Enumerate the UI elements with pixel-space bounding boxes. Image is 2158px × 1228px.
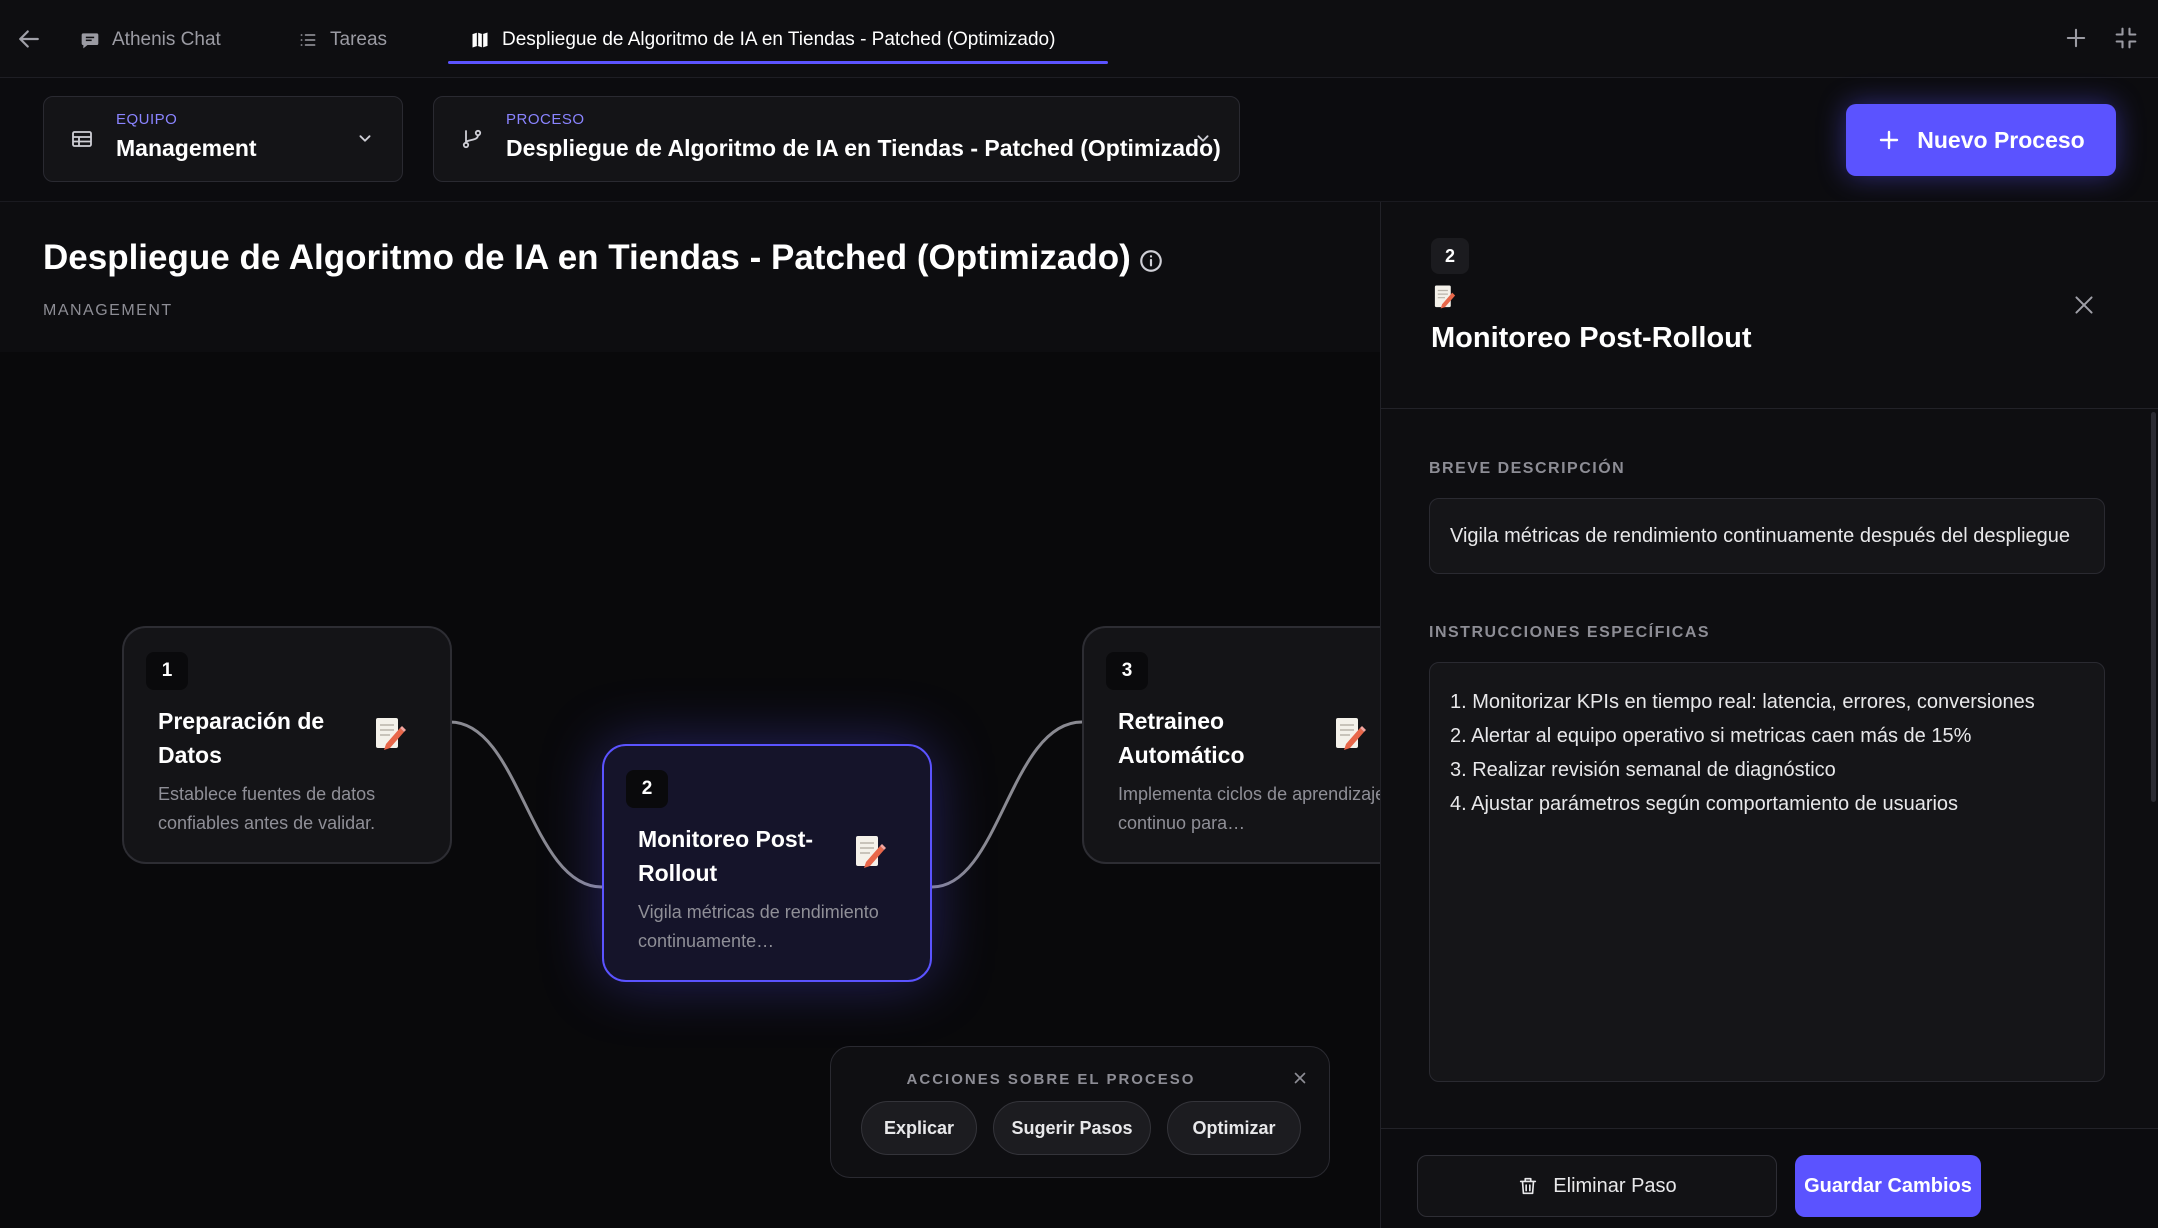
memo-icon [1434, 285, 1456, 309]
panel-scrollbar[interactable] [2151, 412, 2156, 802]
process-node-2[interactable]: 2 Monitoreo Post-Rollout Vigila métricas… [602, 744, 932, 982]
memo-icon [1336, 718, 1366, 750]
description-input[interactable]: Vigila métricas de rendimiento continuam… [1429, 498, 2105, 574]
chat-icon [81, 33, 99, 49]
close-icon[interactable] [1291, 1069, 1309, 1087]
new-process-label: Nuevo Proceso [1917, 126, 2085, 153]
node-number: 2 [626, 770, 668, 808]
step-title: Monitoreo Post-Rollout [1431, 322, 1752, 354]
process-node-3[interactable]: 3 Retraineo Automático Implementa ciclos… [1082, 626, 1412, 864]
back-arrow-icon[interactable] [14, 24, 44, 54]
process-actions-panel: ACCIONES SOBRE EL PROCESO Explicar Suger… [830, 1046, 1330, 1178]
node-description: Implementa ciclos de aprendizaje continu… [1118, 784, 1386, 833]
plus-icon [1880, 130, 1899, 150]
instruction-line: 4. Ajustar parámetros según comportamien… [1450, 793, 1959, 815]
node-description: Vigila métricas de rendimiento continuam… [638, 902, 879, 951]
node-number: 1 [146, 652, 188, 690]
map-icon [472, 32, 488, 48]
instruction-line: 2. Alertar al equipo operativo si metric… [1450, 725, 1972, 747]
add-tab-icon[interactable] [2062, 24, 2090, 52]
node-number: 3 [1106, 652, 1148, 690]
tab-process-active[interactable]: Despliegue de Algoritmo de IA en Tiendas… [470, 22, 1055, 58]
team-selector-label: EQUIPO [116, 111, 178, 128]
top-tab-bar: Athenis Chat Tareas Despliegue de Algori… [0, 0, 2158, 78]
node-description: Establece fuentes de datos confiables an… [158, 784, 376, 833]
node-title: Retraineo Automático [1118, 708, 1245, 768]
table-icon [72, 131, 92, 147]
git-branch-icon [462, 129, 482, 149]
team-selector-value: Management [116, 135, 257, 161]
description-label: BREVE DESCRIPCIÓN [1429, 460, 1626, 477]
delete-step-label: Eliminar Paso [1553, 1174, 1677, 1197]
collapse-icon[interactable] [2112, 24, 2140, 52]
step-number: 2 [1431, 238, 1469, 274]
actions-title: ACCIONES SOBRE EL PROCESO [906, 1071, 1196, 1088]
tab-label: Athenis Chat [112, 29, 221, 50]
team-selector[interactable]: EQUIPO Management [43, 96, 403, 182]
instructions-label: INSTRUCCIONES ESPECÍFICAS [1429, 624, 1711, 641]
instructions-textarea[interactable]: 1. Monitorizar KPIs en tiempo real: late… [1429, 662, 2105, 1082]
close-icon[interactable] [2071, 292, 2097, 318]
memo-icon [856, 836, 886, 868]
panel-footer: Eliminar Paso Guardar Cambios [1381, 1128, 2158, 1228]
delete-step-button[interactable]: Eliminar Paso [1417, 1155, 1777, 1217]
memo-icon [376, 718, 406, 750]
tab-label: Tareas [330, 29, 388, 50]
chevron-down-icon [1197, 135, 1209, 142]
process-selector-value: Despliegue de Algoritmo de IA en Tiendas… [506, 135, 1221, 161]
node-title: Preparación de Datos [158, 708, 325, 768]
tab-tareas[interactable]: Tareas [298, 22, 387, 58]
active-tab-indicator [448, 61, 1108, 64]
suggest-steps-button[interactable]: Sugerir Pasos [993, 1101, 1151, 1155]
process-selector[interactable]: PROCESO Despliegue de Algoritmo de IA en… [433, 96, 1240, 182]
trash-icon [1520, 1177, 1537, 1195]
process-selector-label: PROCESO [506, 111, 585, 128]
explain-button[interactable]: Explicar [861, 1101, 977, 1155]
process-canvas[interactable]: Despliegue de Algoritmo de IA en Tiendas… [0, 202, 1412, 1228]
panel-header: 2 Monitoreo Post-Rollout [1381, 202, 2158, 409]
instruction-line: 3. Realizar revisión semanal de diagnóst… [1450, 759, 1836, 781]
chevron-down-icon [359, 135, 371, 142]
tab-athenis-chat[interactable]: Athenis Chat [80, 22, 221, 58]
save-changes-button[interactable]: Guardar Cambios [1795, 1155, 1981, 1217]
process-node-1[interactable]: 1 Preparación de Datos Establece fuentes… [122, 626, 452, 864]
instruction-line: 1. Monitorizar KPIs en tiempo real: late… [1450, 691, 2035, 713]
selector-row: EQUIPO Management PROCESO Despliegue de … [0, 78, 2158, 202]
node-title: Monitoreo Post-Rollout [638, 826, 814, 886]
list-icon [300, 34, 316, 46]
new-process-button[interactable]: Nuevo Proceso [1846, 104, 2116, 176]
tab-label: Despliegue de Algoritmo de IA en Tiendas… [502, 29, 1056, 50]
optimize-button[interactable]: Optimizar [1167, 1101, 1301, 1155]
step-detail-panel: 2 Monitoreo Post-Rollout BREVE DESCRIPCI… [1380, 202, 2158, 1228]
